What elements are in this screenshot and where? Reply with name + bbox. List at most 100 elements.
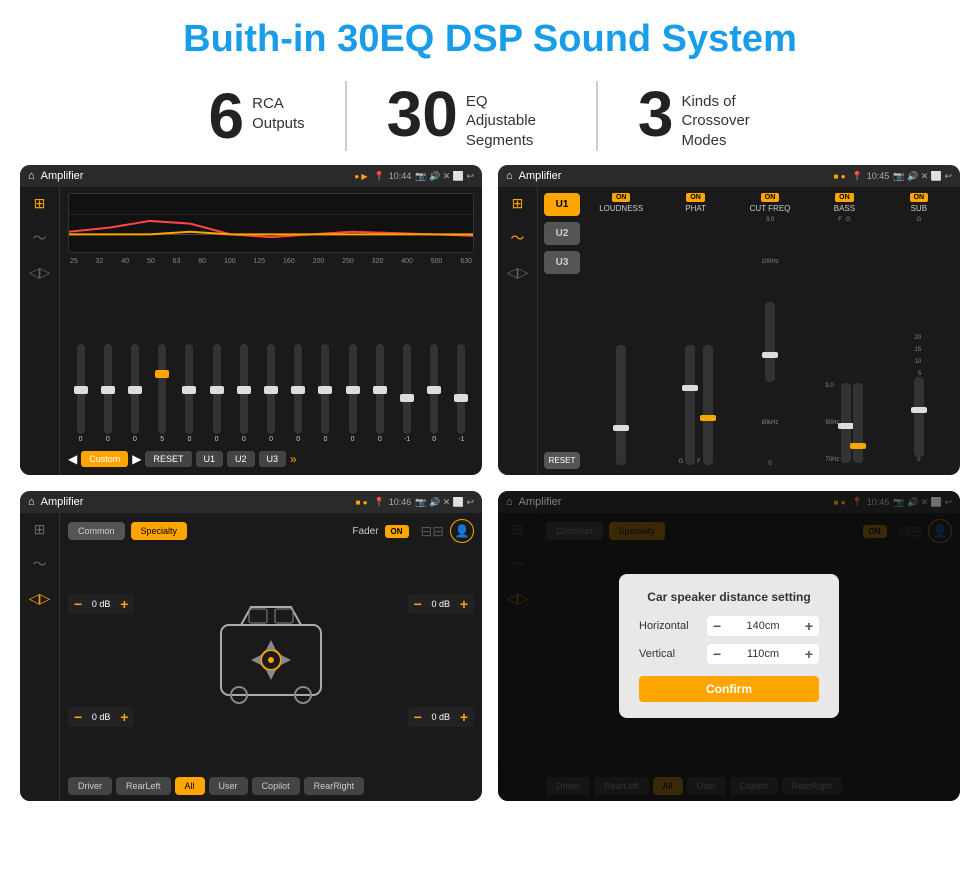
dialog-box-title: Car speaker distance setting <box>639 590 819 604</box>
fader-driver-btn[interactable]: Driver <box>68 777 112 795</box>
phat-slider-2[interactable] <box>703 345 713 465</box>
eq-slider-320: 0 <box>367 344 392 443</box>
fader-top-bar: Common Specialty Fader ON ⊟⊟ 👤 <box>68 519 474 543</box>
eq-dots: ● ▶ <box>354 172 367 181</box>
fader-bottomleft-plus[interactable]: + <box>120 709 128 725</box>
fader-user-btn[interactable]: User <box>209 777 248 795</box>
fader-on-toggle[interactable]: ON <box>385 525 409 538</box>
fader-topright-plus[interactable]: + <box>460 596 468 612</box>
eq-reset-btn[interactable]: RESET <box>145 451 191 467</box>
dialog-horizontal-control: − 140cm + <box>707 616 819 636</box>
fader-sidebar-filter-icon[interactable]: ⊞ <box>34 521 46 538</box>
eq-body: ⊞ 〜 ◁▷ <box>20 187 482 475</box>
eq-u1-btn[interactable]: U1 <box>196 451 224 467</box>
crossover-u3-btn[interactable]: U3 <box>544 251 580 274</box>
eq-expand-icon[interactable]: » <box>290 452 297 466</box>
eq-sidebar-wave-icon[interactable]: 〜 <box>33 228 47 248</box>
crossover-u1-btn[interactable]: U1 <box>544 193 580 216</box>
eq-screen-header: ⌂ Amplifier ● ▶ 📍 10:44 📷 🔊 ✕ ⬜ ↩ <box>20 165 482 187</box>
cutfreq-on-badge[interactable]: ON <box>761 193 780 202</box>
loudness-on-badge[interactable]: ON <box>612 193 631 202</box>
eq-sidebar-speaker-icon[interactable]: ◁▷ <box>29 264 51 281</box>
fader-main-content: Common Specialty Fader ON ⊟⊟ 👤 − 0 dB <box>60 513 482 801</box>
eq-sliders: 0 0 0 5 0 0 0 0 0 0 0 0 -1 0 -1 <box>68 266 474 447</box>
eq-slider-125: 0 <box>258 344 283 443</box>
crossover-channels: ON LOUDNESS ON PHAT G <box>586 193 954 469</box>
eq-u3-btn[interactable]: U3 <box>259 451 287 467</box>
fader-all-btn[interactable]: All <box>175 777 205 795</box>
loudness-slider[interactable] <box>616 345 626 465</box>
sub-scale-g: G <box>916 217 921 223</box>
cutfreq-slider[interactable] <box>765 302 775 382</box>
eq-slider-32: 0 <box>95 344 120 443</box>
dialog-horizontal-minus[interactable]: − <box>713 618 721 634</box>
eq-screen: ⌂ Amplifier ● ▶ 📍 10:44 📷 🔊 ✕ ⬜ ↩ ⊞ 〜 ◁▷ <box>20 165 482 475</box>
fader-home-icon[interactable]: ⌂ <box>28 496 35 508</box>
phat-slider-1[interactable] <box>685 345 695 465</box>
eq-custom-btn[interactable]: Custom <box>81 451 128 467</box>
eq-slider-100: 0 <box>231 344 256 443</box>
crossover-sidebar: ⊞ 〜 ◁▷ <box>498 187 538 475</box>
crossover-sub: ON SUB G 2015105 0 <box>884 193 954 469</box>
sub-on-badge[interactable]: ON <box>910 193 929 202</box>
page-title: Buith-in 30EQ DSP Sound System <box>0 0 980 73</box>
fader-bottomright-minus[interactable]: − <box>414 709 422 725</box>
fader-dots: ■ ● <box>356 498 368 507</box>
eq-main-content: 253240506380100125160200250320400500630 … <box>60 187 482 475</box>
sub-slider[interactable] <box>914 377 924 457</box>
eq-prev-arrow[interactable]: ◀ <box>68 452 77 466</box>
crossover-reset-btn[interactable]: RESET <box>544 452 580 469</box>
dialog-vertical-plus[interactable]: + <box>805 646 813 662</box>
dialog-box: Car speaker distance setting Horizontal … <box>619 574 839 718</box>
eq-slider-250: 0 <box>340 344 365 443</box>
fader-topright-minus[interactable]: − <box>414 596 422 612</box>
eq-slider-200: 0 <box>313 344 338 443</box>
home-icon[interactable]: ⌂ <box>28 170 35 182</box>
fader-sidebar: ⊞ 〜 ◁▷ <box>20 513 60 801</box>
fader-title: Amplifier <box>41 496 350 508</box>
fader-sidebar-wave-icon[interactable]: 〜 <box>33 554 47 574</box>
fader-topleft-minus[interactable]: − <box>74 596 82 612</box>
eq-u2-btn[interactable]: U2 <box>227 451 255 467</box>
person-icon[interactable]: 👤 <box>450 519 474 543</box>
crossover-main-content: U1 U2 U3 RESET ON LOUDNESS <box>538 187 960 475</box>
stat-rca: 6 RCAOutputs <box>169 84 345 148</box>
fader-body: ⊞ 〜 ◁▷ Common Specialty Fader ON ⊟⊟ 👤 <box>20 513 482 801</box>
fader-specialty-tab[interactable]: Specialty <box>131 522 188 540</box>
crossover-body: ⊞ 〜 ◁▷ U1 U2 U3 RESET ON LOUDNESS <box>498 187 960 475</box>
fader-rearleft-btn[interactable]: RearLeft <box>116 777 171 795</box>
car-diagram-container <box>142 549 399 771</box>
bass-slider-1[interactable] <box>841 383 851 463</box>
crossover-sidebar-speaker-icon[interactable]: ◁▷ <box>507 264 529 281</box>
fader-screen-header: ⌂ Amplifier ■ ● 📍 10:46 📷 🔊 ✕ ⬜ ↩ <box>20 491 482 513</box>
dialog-overlay: Car speaker distance setting Horizontal … <box>498 491 960 801</box>
dialog-vertical-value: 110cm <box>725 648 801 660</box>
bass-on-badge[interactable]: ON <box>835 193 854 202</box>
fader-copilot-btn[interactable]: Copilot <box>252 777 300 795</box>
crossover-sidebar-filter-icon[interactable]: ⊞ <box>512 195 524 212</box>
eq-sidebar-filter-icon[interactable]: ⊞ <box>34 195 46 212</box>
crossover-u2-btn[interactable]: U2 <box>544 222 580 245</box>
stat-crossover-number: 3 <box>638 82 674 146</box>
fader-common-tab[interactable]: Common <box>68 522 125 540</box>
fader-header-right: 📍 10:46 📷 🔊 ✕ ⬜ ↩ <box>374 497 474 508</box>
fader-bottomright-plus[interactable]: + <box>460 709 468 725</box>
stat-eq-text: EQ AdjustableSegments <box>466 82 556 151</box>
fader-topright-value: 0 dB <box>426 599 456 609</box>
phat-on-badge[interactable]: ON <box>686 193 705 202</box>
crossover-loudness: ON LOUDNESS <box>586 193 656 469</box>
fader-bottomleft-minus[interactable]: − <box>74 709 82 725</box>
fader-sidebar-speaker-icon[interactable]: ◁▷ <box>29 590 51 607</box>
crossover-sidebar-wave-icon[interactable]: 〜 <box>511 228 525 248</box>
cutfreq-label: CUT FREQ <box>750 204 791 213</box>
eq-next-arrow[interactable]: ▶ <box>132 452 141 466</box>
eq-bottom-bar: ◀ Custom ▶ RESET U1 U2 U3 » <box>68 447 474 469</box>
dialog-vertical-minus[interactable]: − <box>713 646 721 662</box>
fader-rearright-btn[interactable]: RearRight <box>304 777 365 795</box>
bass-scale-fg: FG <box>838 217 850 223</box>
dialog-horizontal-plus[interactable]: + <box>805 618 813 634</box>
bass-slider-2[interactable] <box>853 383 863 463</box>
fader-topleft-plus[interactable]: + <box>120 596 128 612</box>
dialog-confirm-button[interactable]: Confirm <box>639 676 819 702</box>
crossover-home-icon[interactable]: ⌂ <box>506 170 513 182</box>
